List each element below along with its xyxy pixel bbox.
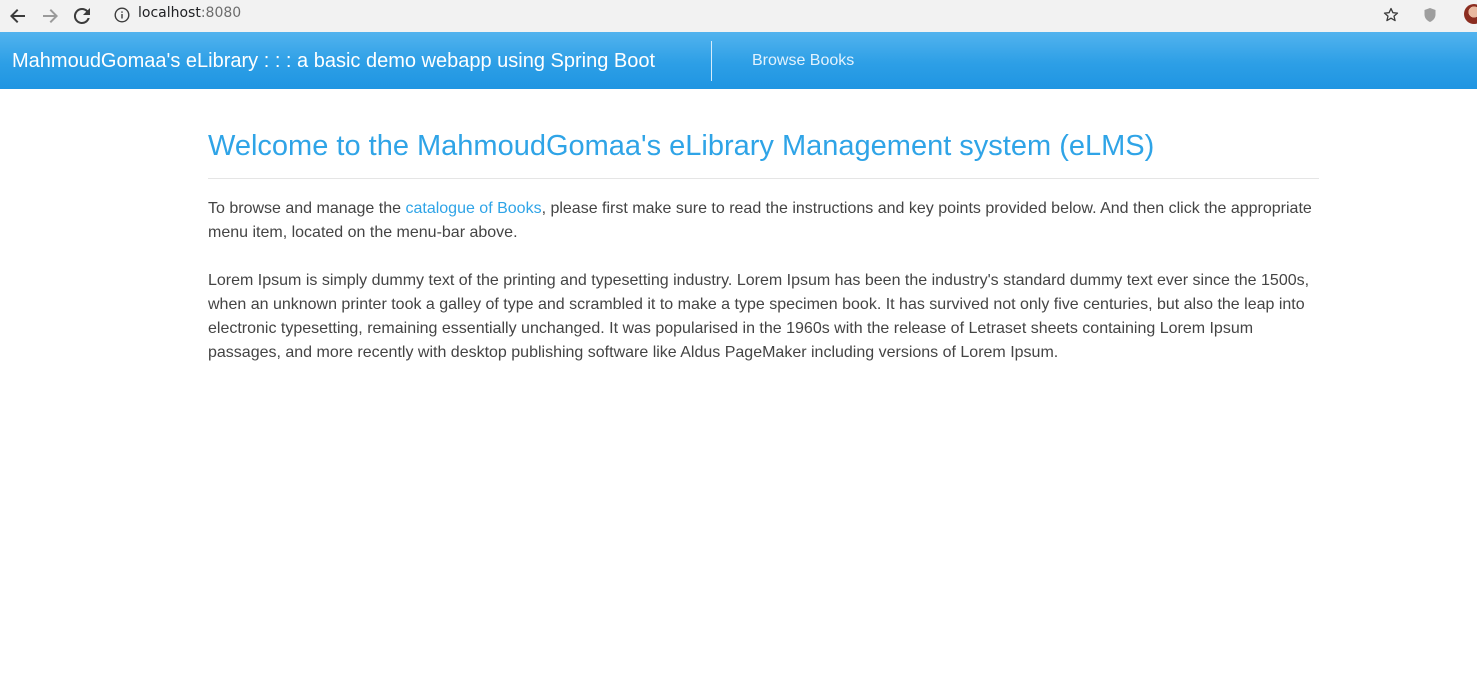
page-title: Welcome to the MahmoudGomaa's eLibrary M… [208, 130, 1155, 162]
navbar: MahmoudGomaa's eLibrary : : : a basic de… [0, 32, 1477, 89]
navbar-divider [711, 41, 712, 81]
avatar[interactable] [1464, 4, 1477, 24]
star-icon[interactable] [1380, 4, 1402, 26]
main-content: Welcome to the MahmoudGomaa's eLibrary M… [208, 89, 1319, 365]
back-arrow-icon[interactable] [6, 4, 30, 28]
intro-paragraph: To browse and manage the catalogue of Bo… [208, 197, 1319, 245]
forward-arrow-icon[interactable] [38, 4, 62, 28]
url-port: :8080 [200, 5, 242, 21]
url-host: localhost [138, 5, 201, 21]
intro-text-before: To browse and manage the [208, 200, 406, 217]
brand-link[interactable]: MahmoudGomaa's eLibrary : : : a basic de… [12, 49, 655, 73]
info-icon[interactable] [112, 5, 132, 25]
browse-books-link[interactable]: Browse Books [752, 52, 854, 70]
divider [208, 178, 1319, 179]
reload-icon[interactable] [70, 4, 94, 28]
catalogue-link[interactable]: catalogue of Books [405, 200, 541, 217]
browser-toolbar: localhost:8080 [0, 0, 1477, 32]
lorem-paragraph: Lorem Ipsum is simply dummy text of the … [208, 272, 1310, 361]
shield-icon[interactable] [1420, 5, 1440, 25]
address-bar[interactable]: localhost:8080 [138, 4, 241, 22]
